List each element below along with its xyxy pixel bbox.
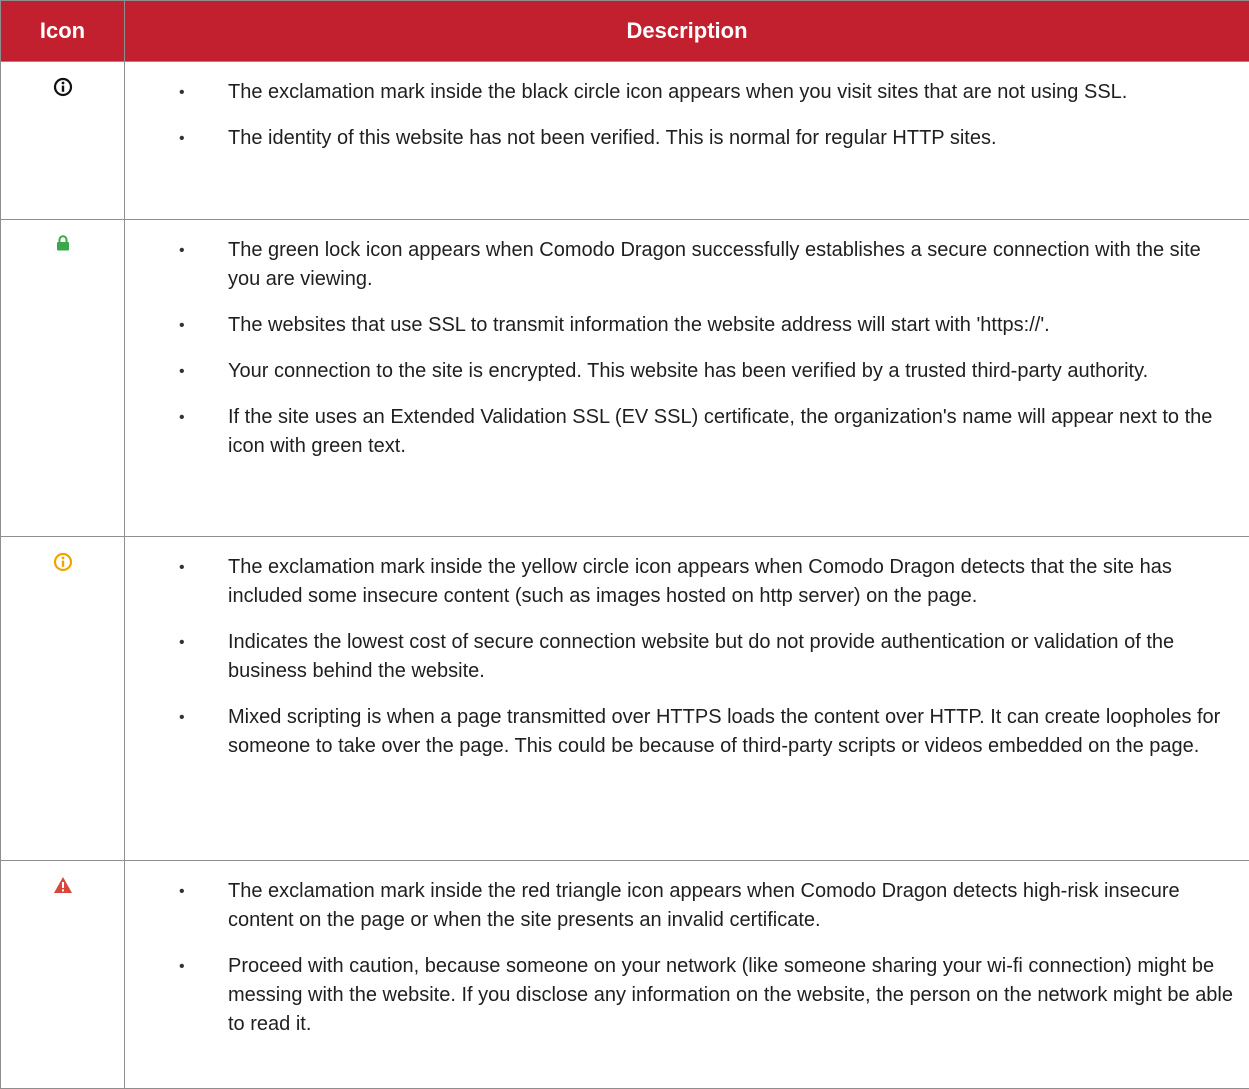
list-item: The exclamation mark inside the yellow c… [125, 553, 1233, 611]
icon-cell [1, 220, 125, 537]
green-lock-icon [56, 235, 70, 251]
black-info-circle-icon [53, 77, 73, 97]
icon-cell [1, 62, 125, 220]
list-item: If the site uses an Extended Validation … [125, 403, 1233, 461]
list-item: The websites that use SSL to transmit in… [125, 311, 1233, 340]
description-cell: The exclamation mark inside the black ci… [125, 62, 1249, 220]
list-item: Your connection to the site is encrypted… [125, 357, 1233, 386]
red-warning-triangle-icon [53, 876, 73, 894]
table-row: The exclamation mark inside the yellow c… [1, 537, 1249, 861]
description-cell: The exclamation mark inside the red tria… [125, 861, 1249, 1089]
list-item: The exclamation mark inside the red tria… [125, 877, 1233, 935]
yellow-info-circle-icon [53, 552, 73, 572]
icon-description-table: Icon Description The exclamation mark in… [0, 0, 1249, 1089]
table-header-row: Icon Description [1, 1, 1249, 62]
description-column-header: Description [125, 1, 1249, 62]
bullet-list: The exclamation mark inside the yellow c… [125, 553, 1233, 761]
table-row: The exclamation mark inside the red tria… [1, 861, 1249, 1089]
description-cell: The green lock icon appears when Comodo … [125, 220, 1249, 537]
list-item: Proceed with caution, because someone on… [125, 952, 1233, 1039]
icon-cell [1, 537, 125, 861]
list-item: Mixed scripting is when a page transmitt… [125, 703, 1233, 761]
icon-column-header: Icon [1, 1, 125, 62]
table-row: The exclamation mark inside the black ci… [1, 62, 1249, 220]
description-cell: The exclamation mark inside the yellow c… [125, 537, 1249, 861]
list-item: Indicates the lowest cost of secure conn… [125, 628, 1233, 686]
bullet-list: The exclamation mark inside the black ci… [125, 78, 1233, 153]
list-item: The green lock icon appears when Comodo … [125, 236, 1233, 294]
bullet-list: The green lock icon appears when Comodo … [125, 236, 1233, 461]
table-row: The green lock icon appears when Comodo … [1, 220, 1249, 537]
list-item: The exclamation mark inside the black ci… [125, 78, 1233, 107]
bullet-list: The exclamation mark inside the red tria… [125, 877, 1233, 1039]
icon-cell [1, 861, 125, 1089]
list-item: The identity of this website has not bee… [125, 124, 1233, 153]
